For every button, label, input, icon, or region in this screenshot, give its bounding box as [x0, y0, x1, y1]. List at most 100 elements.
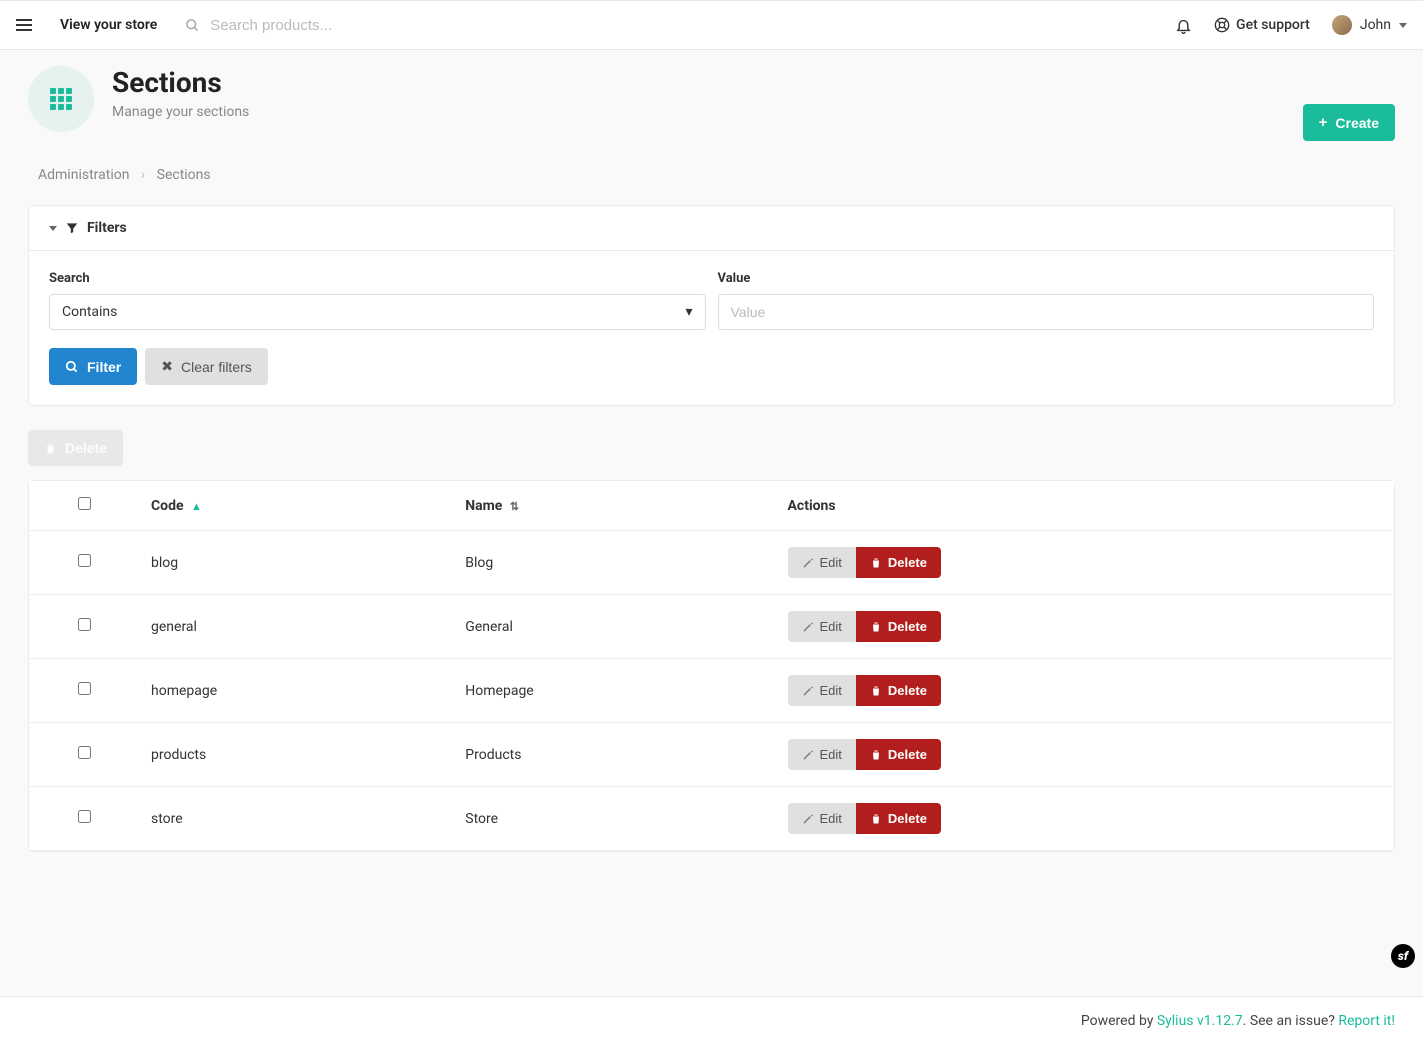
delete-button[interactable]: Delete: [856, 675, 941, 706]
sort-icon: ⇅: [510, 500, 519, 513]
search-type-value: Contains: [62, 304, 117, 320]
user-dropdown[interactable]: John: [1332, 15, 1407, 35]
bell-icon[interactable]: [1175, 17, 1192, 34]
view-store-link[interactable]: View your store: [60, 17, 157, 33]
chevron-down-icon: [1399, 23, 1407, 28]
trash-icon: [870, 749, 882, 761]
table-row: generalGeneral Edit Delete: [29, 595, 1394, 659]
delete-label: Delete: [888, 747, 927, 762]
symfony-badge-icon[interactable]: sf: [1391, 944, 1415, 968]
search-input[interactable]: [210, 17, 470, 34]
topbar: View your store Get support John: [0, 0, 1423, 50]
col-name-header[interactable]: Name ⇅: [453, 481, 775, 531]
edit-button[interactable]: Edit: [788, 803, 856, 834]
caret-down-icon: [49, 226, 57, 231]
footer: Powered by Sylius v1.12.7. See an issue?…: [0, 996, 1423, 1045]
cell-code: blog: [139, 531, 453, 595]
pencil-icon: [802, 685, 814, 697]
cell-name: Blog: [453, 531, 775, 595]
delete-label: Delete: [888, 683, 927, 698]
pencil-icon: [802, 557, 814, 569]
user-name: John: [1360, 17, 1391, 33]
edit-label: Edit: [820, 683, 842, 698]
hamburger-icon[interactable]: [16, 19, 32, 31]
create-label: Create: [1335, 115, 1379, 131]
footer-powered-text: Powered by: [1081, 1013, 1157, 1029]
cell-code: store: [139, 787, 453, 851]
select-all-checkbox[interactable]: [78, 497, 91, 510]
filters-toggle[interactable]: Filters: [29, 206, 1394, 251]
pencil-icon: [802, 813, 814, 825]
cell-name: Homepage: [453, 659, 775, 723]
trash-icon: [870, 813, 882, 825]
trash-icon: [44, 442, 57, 455]
breadcrumb-administration[interactable]: Administration: [38, 167, 129, 183]
delete-button[interactable]: Delete: [856, 611, 941, 642]
trash-icon: [870, 621, 882, 633]
row-checkbox[interactable]: [78, 746, 91, 759]
search-type-select[interactable]: Contains ▾: [49, 294, 706, 330]
col-code-label: Code: [151, 498, 184, 514]
edit-button[interactable]: Edit: [788, 675, 856, 706]
page-subtitle: Manage your sections: [112, 104, 249, 120]
row-checkbox[interactable]: [78, 554, 91, 567]
close-icon: ✖: [161, 358, 173, 375]
delete-button[interactable]: Delete: [856, 547, 941, 578]
cell-name: Products: [453, 723, 775, 787]
page-icon: [28, 66, 94, 132]
edit-label: Edit: [820, 747, 842, 762]
edit-button[interactable]: Edit: [788, 739, 856, 770]
col-code-header[interactable]: Code ▲: [139, 481, 453, 531]
col-name-label: Name: [465, 498, 502, 514]
cell-code: products: [139, 723, 453, 787]
cell-code: general: [139, 595, 453, 659]
edit-button[interactable]: Edit: [788, 611, 856, 642]
avatar: [1332, 15, 1352, 35]
trash-icon: [870, 557, 882, 569]
table-row: storeStore Edit Delete: [29, 787, 1394, 851]
breadcrumb-current: Sections: [157, 167, 211, 183]
life-ring-icon: [1214, 17, 1230, 33]
filters-header-label: Filters: [87, 220, 127, 236]
table-row: blogBlog Edit Delete: [29, 531, 1394, 595]
get-support-link[interactable]: Get support: [1214, 17, 1310, 33]
search-icon: [185, 18, 200, 33]
edit-label: Edit: [820, 619, 842, 634]
filter-button[interactable]: Filter: [49, 348, 137, 385]
sylius-link[interactable]: Sylius v1.12.7: [1157, 1013, 1243, 1029]
report-link[interactable]: Report it!: [1338, 1013, 1395, 1029]
value-input[interactable]: [718, 294, 1375, 330]
row-checkbox[interactable]: [78, 810, 91, 823]
plus-icon: +: [1319, 114, 1328, 131]
delete-button[interactable]: Delete: [856, 739, 941, 770]
row-checkbox[interactable]: [78, 682, 91, 695]
cell-name: Store: [453, 787, 775, 851]
breadcrumb: Administration › Sections: [38, 167, 1395, 183]
filter-button-label: Filter: [87, 359, 121, 375]
delete-label: Delete: [888, 619, 927, 634]
value-label: Value: [718, 271, 1375, 286]
clear-filters-button[interactable]: ✖ Clear filters: [145, 348, 268, 385]
table-row: productsProducts Edit Delete: [29, 723, 1394, 787]
delete-label: Delete: [888, 555, 927, 570]
delete-button[interactable]: Delete: [856, 803, 941, 834]
sort-asc-icon: ▲: [191, 500, 202, 513]
page-title: Sections: [112, 66, 249, 100]
pencil-icon: [802, 621, 814, 633]
edit-label: Edit: [820, 811, 842, 826]
select-arrow-icon: ▾: [685, 304, 692, 320]
clear-filters-label: Clear filters: [181, 359, 252, 375]
edit-button[interactable]: Edit: [788, 547, 856, 578]
pencil-icon: [802, 749, 814, 761]
bulk-delete-button[interactable]: Delete: [28, 430, 123, 466]
edit-label: Edit: [820, 555, 842, 570]
filter-icon: [65, 221, 79, 235]
sections-table: Code ▲ Name ⇅ Actions blogBlogEditDelete…: [29, 481, 1394, 851]
create-button[interactable]: + Create: [1303, 104, 1395, 141]
chevron-right-icon: ›: [141, 167, 145, 183]
grid-icon: [50, 88, 72, 110]
row-checkbox[interactable]: [78, 618, 91, 631]
search-type-label: Search: [49, 271, 706, 286]
cell-name: General: [453, 595, 775, 659]
get-support-label: Get support: [1236, 17, 1310, 33]
